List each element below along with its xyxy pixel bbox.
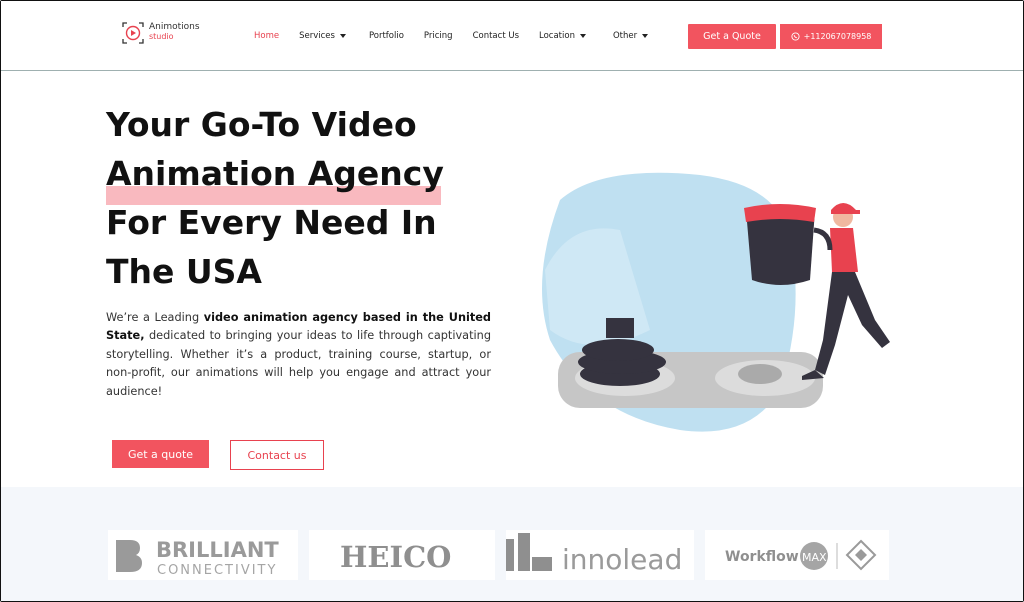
chevron-down-icon [579, 34, 586, 38]
nav-other[interactable]: Other [613, 31, 649, 41]
play-logo-icon [122, 22, 144, 44]
nav-pricing[interactable]: Pricing [424, 31, 453, 41]
nav-home[interactable]: Home [254, 31, 279, 41]
headline-line: Your Go-To Video [106, 105, 417, 144]
get-quote-header-button[interactable]: Get a Quote [688, 24, 776, 49]
hero-headline: Your Go-To Video Animation Agency For Ev… [106, 100, 526, 296]
client-sub: CONNECTIVITY [157, 563, 277, 578]
get-quote-button[interactable]: Get a quote [112, 440, 209, 468]
hero-intro: We’re a Leading video animation agency b… [106, 311, 492, 398]
client-logo-heico: HEICO [309, 530, 495, 580]
whatsapp-icon [791, 32, 800, 41]
nav-location[interactable]: Location [539, 31, 586, 41]
carried-pot [746, 210, 815, 285]
headline-line: The USA [106, 252, 262, 291]
whatsapp-phone-button[interactable]: +112067078958 [780, 24, 882, 49]
logo-name: Animotions [149, 22, 200, 32]
chevron-down-icon [642, 34, 649, 38]
client-name: Workflow [725, 549, 799, 565]
nav-services[interactable]: Services [299, 31, 346, 41]
site-header: Animotions studio Home Services Portfoli… [1, 1, 1023, 71]
headline-line: Animation Agency [106, 154, 444, 193]
nav-portfolio[interactable]: Portfolio [369, 31, 404, 41]
client-logo-brilliant: BRILLIANT CONNECTIVITY [108, 530, 298, 580]
client-name: BRILLIANT [156, 538, 279, 562]
logo-tagline: studio [149, 32, 174, 41]
nav-contact-us[interactable]: Contact Us [473, 31, 519, 41]
client-logo-innolead: innolead [506, 530, 694, 580]
client-logo-workflowmax: Workflow MAX [705, 530, 889, 580]
headline-line: For Every Need In [106, 203, 437, 242]
client-name: HEICO [340, 540, 451, 574]
hero-illustration [542, 172, 890, 432]
contact-us-button[interactable]: Contact us [230, 440, 324, 470]
client-name: innolead [562, 543, 682, 576]
chevron-down-icon [339, 34, 346, 38]
main-nav: Home Services Portfolio Pricing Contact … [254, 31, 649, 41]
site-logo[interactable]: Animotions studio [121, 21, 201, 49]
client-sub: MAX [802, 551, 827, 564]
